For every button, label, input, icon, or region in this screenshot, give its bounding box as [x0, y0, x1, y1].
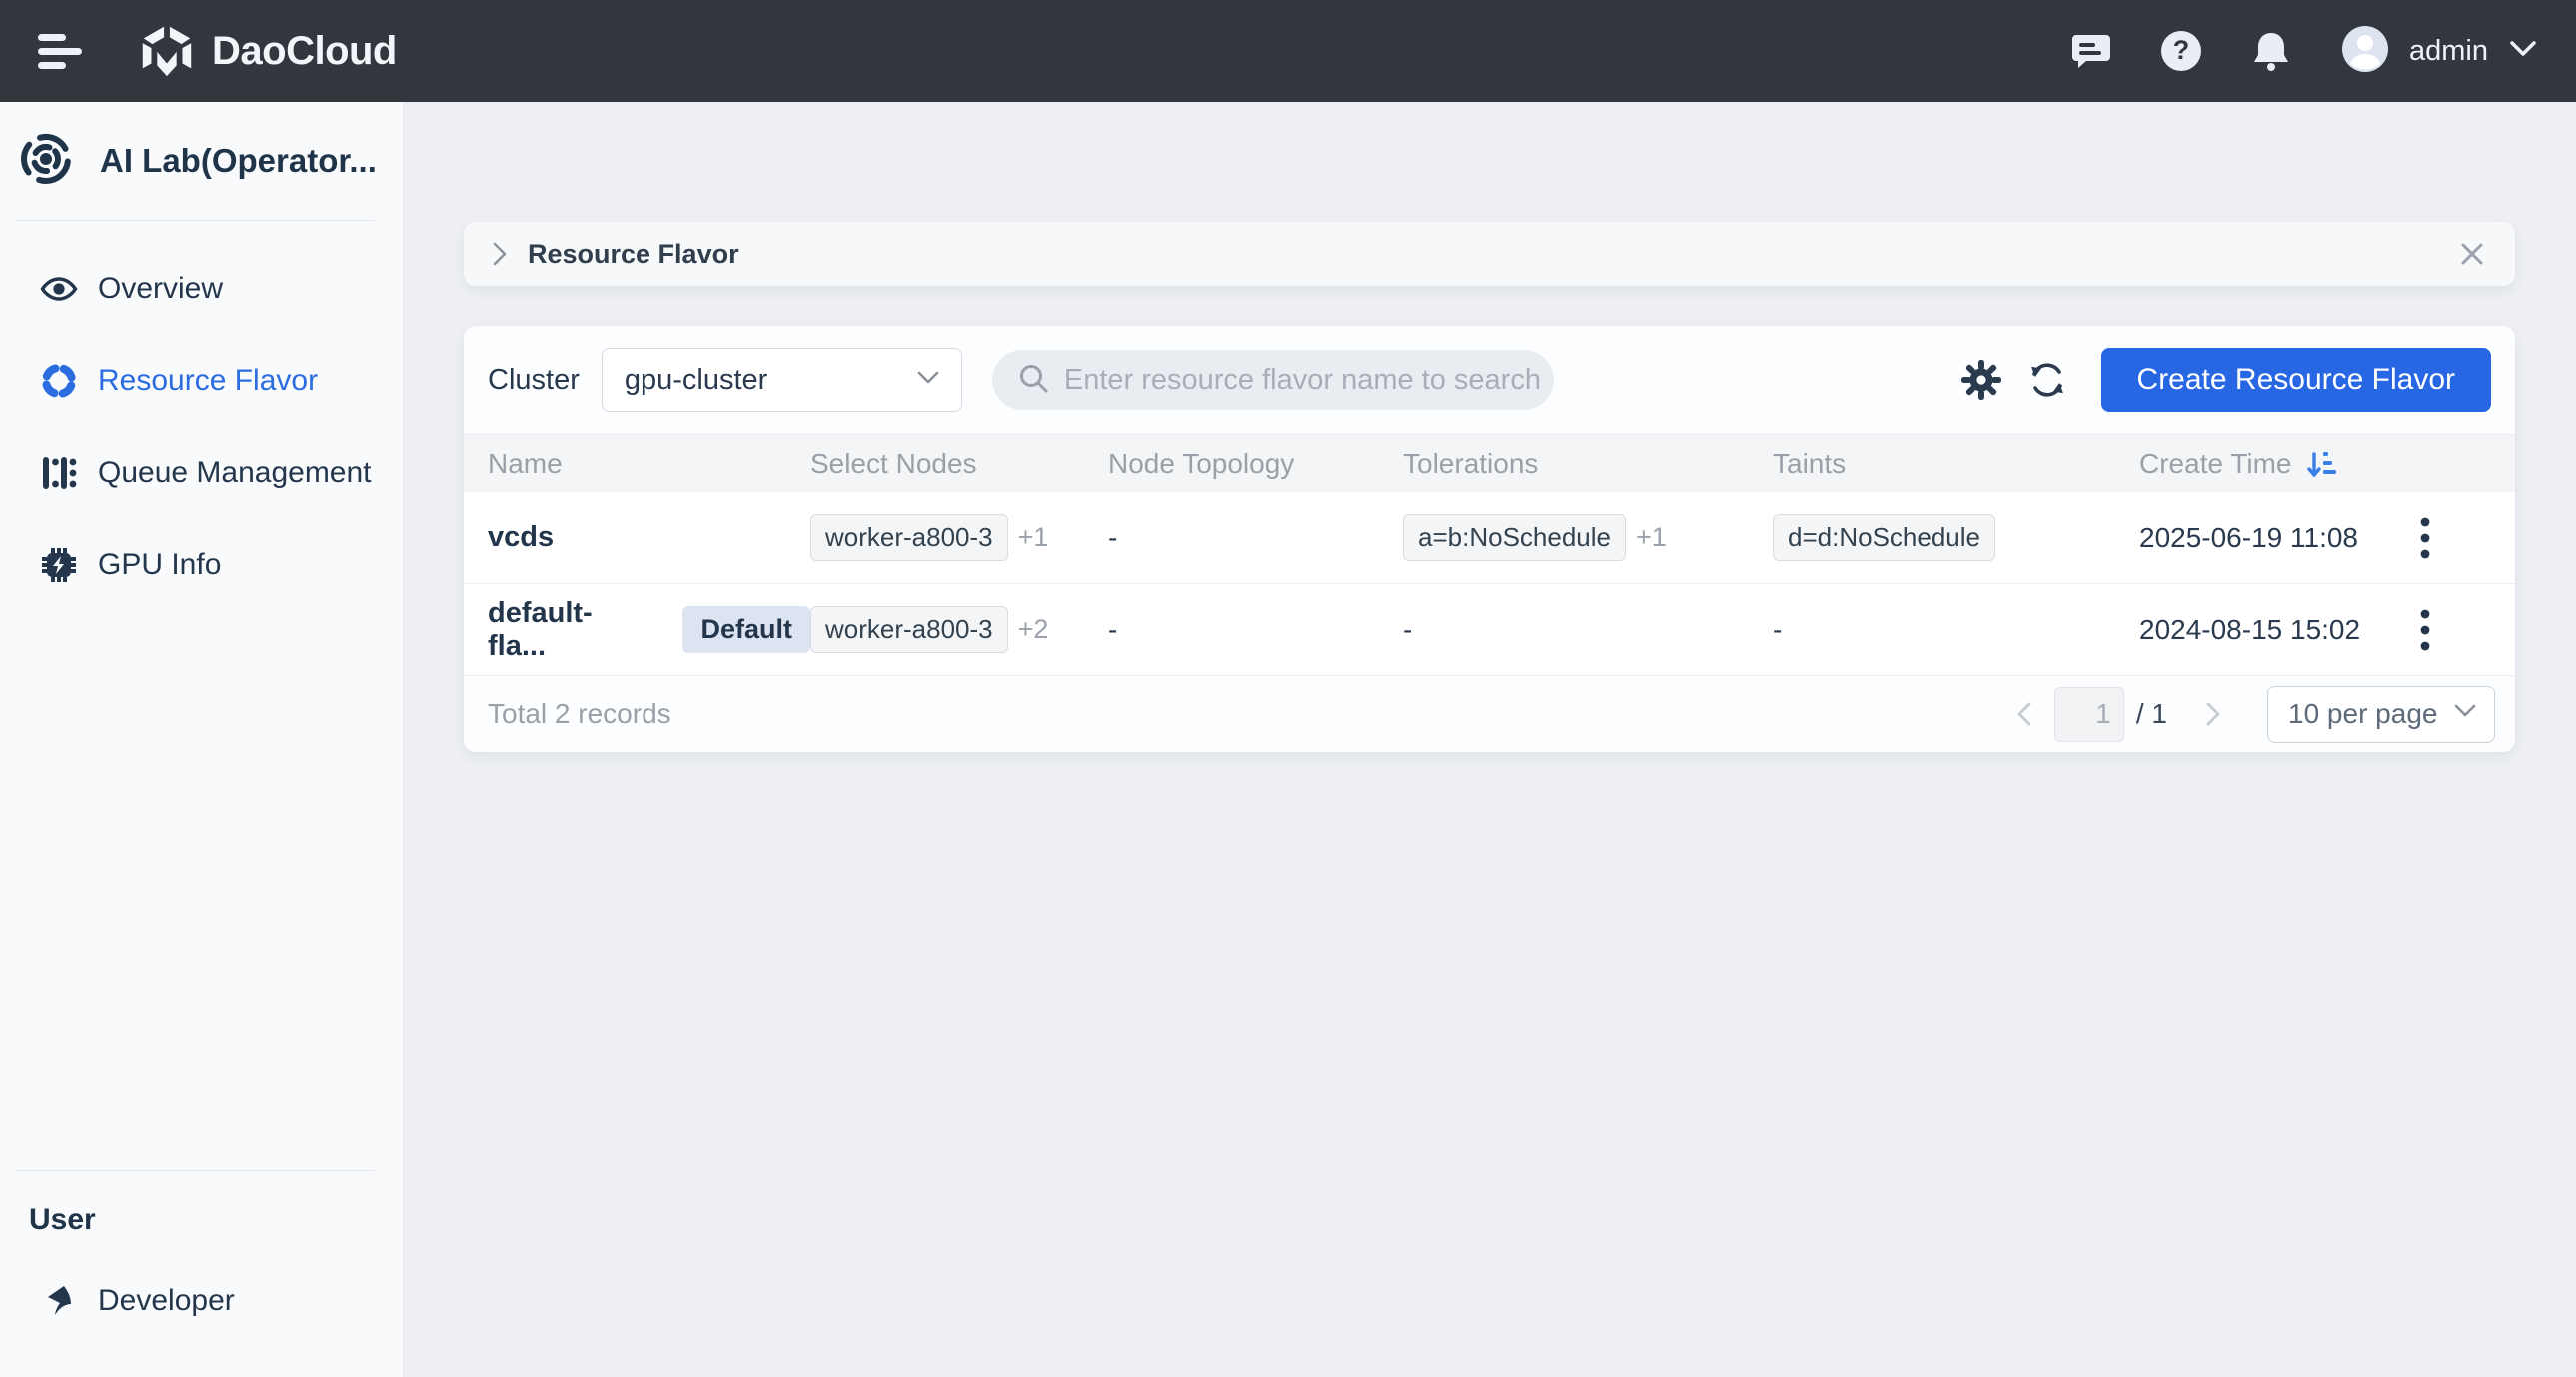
row-tolerations: -	[1403, 614, 1773, 646]
more-count[interactable]: +1	[1636, 522, 1667, 553]
next-page-icon[interactable]	[2193, 694, 2233, 734]
cluster-select-value: gpu-cluster	[625, 364, 767, 397]
default-badge: Default	[682, 606, 810, 653]
workspace-label: AI Lab(Operator...	[100, 142, 377, 180]
sidebar-section-user: User	[0, 1203, 403, 1237]
row-node-topology: -	[1108, 522, 1403, 554]
more-count[interactable]: +2	[1018, 614, 1049, 645]
create-resource-flavor-button[interactable]: Create Resource Flavor	[2101, 348, 2491, 412]
refresh-icon[interactable]	[2023, 356, 2071, 404]
search-input[interactable]	[1064, 364, 1544, 397]
svg-text:?: ?	[2173, 35, 2190, 65]
search-box	[992, 350, 1554, 410]
page-number-input[interactable]	[2054, 687, 2124, 742]
help-icon[interactable]: ?	[2159, 29, 2203, 73]
table-row: default-fla... Default worker-a800-3 +2 …	[464, 584, 2515, 676]
sidebar-bottom: User Developer	[0, 1170, 403, 1377]
row-create-time: 2025-06-19 11:08	[2139, 522, 2403, 554]
workspace-switcher[interactable]: AI Lab(Operator...	[0, 102, 403, 220]
column-header-create-time: Create Time	[2139, 448, 2403, 480]
banner-title: Resource Flavor	[528, 239, 739, 270]
sidebar-item-resource-flavor[interactable]: Resource Flavor	[0, 335, 403, 427]
main-content: Resource Flavor Resource Flavor Cluster	[405, 102, 2576, 1377]
close-icon[interactable]	[2459, 241, 2485, 267]
column-header-taints: Taints	[1773, 448, 2139, 480]
more-count[interactable]: +1	[1018, 522, 1049, 553]
chevron-right-icon[interactable]	[492, 241, 508, 267]
row-name: default-fla...	[488, 597, 644, 663]
toleration-tag: a=b:NoSchedule	[1403, 514, 1626, 561]
collapsible-banner: Resource Flavor	[464, 222, 2515, 286]
row-name-cell: default-fla... Default	[488, 597, 810, 663]
sidebar-item-gpu-info[interactable]: GPU Info	[0, 519, 403, 611]
sidebar: AI Lab(Operator... Overview	[0, 102, 404, 1377]
gpu-chip-icon	[40, 546, 78, 584]
table-toolbar: Cluster gpu-cluster	[464, 326, 2515, 435]
sidebar-item-label: Queue Management	[98, 456, 372, 490]
column-header-select-nodes: Select Nodes	[810, 448, 1108, 480]
row-select-nodes: worker-a800-3 +1	[810, 514, 1108, 561]
node-tag: worker-a800-3	[810, 606, 1008, 653]
daocloud-cube-icon	[136, 17, 198, 86]
page-size-value: 10 per page	[2288, 698, 2437, 730]
sidebar-item-label: Resource Flavor	[98, 364, 318, 398]
gear-icon[interactable]	[1957, 356, 2005, 404]
row-tolerations: a=b:NoSchedule +1	[1403, 514, 1773, 561]
sidebar-item-queue-management[interactable]: Queue Management	[0, 427, 403, 519]
row-node-topology: -	[1108, 614, 1403, 646]
brand-logo: DaoCloud	[136, 17, 397, 86]
sidebar-item-label: Overview	[98, 272, 223, 306]
taint-tag: d=d:NoSchedule	[1773, 514, 1995, 561]
sidebar-item-overview[interactable]: Overview	[0, 243, 403, 335]
row-actions-kebab-icon[interactable]	[2403, 600, 2447, 660]
total-records: Total 2 records	[488, 698, 671, 730]
table-row: vcds worker-a800-3 +1 - a=b:NoSchedule +…	[464, 492, 2515, 584]
row-actions-kebab-icon[interactable]	[2403, 508, 2447, 568]
chevron-down-icon	[2454, 704, 2476, 723]
queue-icon	[40, 454, 78, 492]
reply-arrow-icon	[40, 1282, 78, 1320]
column-header-node-topology: Node Topology	[1108, 448, 1403, 480]
resource-flavor-card: Cluster gpu-cluster	[464, 326, 2515, 752]
menu-icon[interactable]	[38, 27, 84, 76]
brand-name: DaoCloud	[212, 29, 397, 74]
create-time-label: Create Time	[2139, 448, 2292, 480]
sort-descending-icon[interactable]	[2306, 448, 2336, 480]
search-icon	[1016, 361, 1050, 400]
node-tag: worker-a800-3	[810, 514, 1008, 561]
row-taints: d=d:NoSchedule	[1773, 514, 2139, 561]
message-icon[interactable]	[2069, 29, 2113, 73]
column-header-tolerations: Tolerations	[1403, 448, 1773, 480]
row-taints: -	[1773, 614, 2139, 646]
column-header-name: Name	[488, 448, 810, 480]
pagination: / 1 10 per page	[2004, 686, 2495, 743]
user-menu[interactable]: admin	[2341, 25, 2536, 78]
cluster-label: Cluster	[488, 364, 580, 397]
previous-page-icon[interactable]	[2004, 694, 2044, 734]
resource-flavor-icon	[40, 362, 78, 400]
table-footer: Total 2 records / 1 1	[464, 676, 2515, 752]
row-name: vcds	[488, 521, 810, 554]
sidebar-item-developer[interactable]: Developer	[0, 1255, 403, 1347]
bell-icon[interactable]	[2249, 29, 2293, 73]
username: admin	[2409, 35, 2488, 68]
sidebar-nav: Overview Resource Flavor	[0, 221, 403, 611]
page-total: / 1	[2136, 698, 2167, 730]
app-root: DaoCloud ?	[0, 0, 2576, 1377]
row-create-time: 2024-08-15 15:02	[2139, 614, 2403, 646]
sidebar-item-label: GPU Info	[98, 548, 221, 582]
cluster-select[interactable]: gpu-cluster	[602, 348, 962, 412]
top-bar: DaoCloud ?	[0, 0, 2576, 102]
page-size-select[interactable]: 10 per page	[2267, 686, 2495, 743]
row-select-nodes: worker-a800-3 +2	[810, 606, 1108, 653]
topbar-actions: ? admin	[2023, 25, 2536, 78]
chevron-down-icon	[917, 371, 939, 390]
eye-icon	[40, 270, 78, 308]
chevron-down-icon	[2510, 41, 2536, 62]
sidebar-divider	[15, 1170, 375, 1171]
table-header-row: Name Select Nodes Node Topology Tolerati…	[464, 435, 2515, 492]
sidebar-item-label: Developer	[98, 1284, 235, 1318]
avatar	[2341, 25, 2389, 78]
ai-lab-icon	[18, 131, 74, 192]
